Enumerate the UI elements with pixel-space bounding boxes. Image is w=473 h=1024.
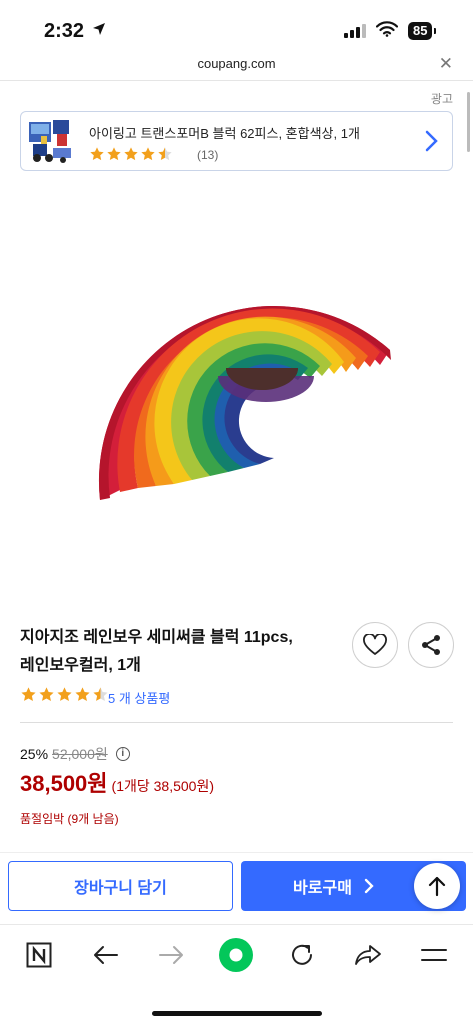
original-price: 52,000원 [52,746,108,762]
star-icon [141,147,155,161]
product-title-line1: 지아지조 레인보우 세미써클 블럭 11pcs, [20,629,293,646]
star-icon [57,687,72,701]
arrow-up-icon [428,876,446,897]
share-icon [422,635,440,655]
url-text: coupang.com [197,56,276,71]
add-to-cart-label: 장바구니 담기 [74,880,167,897]
ad-star-rating [89,146,173,162]
chevron-right-icon [364,878,374,894]
status-time: 2:32 [44,20,85,42]
half-star-icon [93,687,108,701]
back-arrow-icon[interactable] [86,939,126,971]
review-count-link[interactable]: 5 개 상품평 [108,688,170,707]
chevron-right-icon[interactable] [424,130,438,157]
sale-price: 38,500원 [20,771,108,796]
home-indicator[interactable] [152,1011,322,1016]
green-dot-icon[interactable] [216,938,256,972]
discount-row: 25% 52,000원 i [20,744,130,764]
product-title: 지아지조 레인보우 세미써클 블럭 11pcs, 레인보우컬러, 1개 [20,624,340,680]
close-icon[interactable]: ✕ [439,54,453,74]
heart-icon [363,634,387,655]
naver-n-icon[interactable] [19,939,59,971]
product-image[interactable] [80,280,400,500]
star-icon [124,147,138,161]
browser-toolbar [0,924,473,1024]
stock-warning: 품절임박 (9개 남음) [20,812,119,826]
reload-icon[interactable] [282,939,322,971]
star-icon [39,687,54,701]
cellular-signal-icon [344,24,366,38]
unit-price: (1개당 38,500원) [111,778,214,794]
purchase-bar: 장바구니 담기 바로구매 [0,852,473,924]
status-bar: 2:32 85 [0,0,473,56]
wifi-icon [375,21,399,42]
share-button[interactable] [408,622,454,668]
ad-product-thumbnail [27,118,75,164]
half-star-icon [158,147,172,161]
ad-banner[interactable]: 아이링고 트랜스포머B 블럭 62피스, 혼합색상, 1개 (13) [20,111,453,171]
add-to-cart-button[interactable]: 장바구니 담기 [8,861,233,911]
star-icon [90,147,104,161]
price-row: 38,500원 (1개당 38,500원) [20,766,214,798]
product-star-rating [20,686,109,703]
discount-percent: 25% [20,746,49,762]
url-bar[interactable]: coupang.com ✕ [0,54,473,80]
wishlist-button[interactable] [352,622,398,668]
star-icon [107,147,121,161]
buy-now-label: 바로구매 [293,880,352,897]
scroll-to-top-button[interactable] [414,863,460,909]
ad-review-count: (13) [197,148,219,162]
star-icon [75,687,90,701]
scrollbar[interactable] [467,92,470,152]
share-arrow-icon[interactable] [348,939,388,971]
menu-icon[interactable] [414,939,454,971]
product-title-line2: 레인보우컬러, 1개 [20,657,141,674]
info-icon[interactable]: i [115,747,130,761]
ad-label: 광고 [430,92,453,106]
ad-product-title[interactable]: 아이링고 트랜스포머B 블럭 62피스, 혼합색상, 1개 [89,123,360,142]
star-icon [21,687,36,701]
divider [20,722,453,723]
divider [0,80,473,81]
location-arrow-icon [92,22,106,41]
forward-arrow-icon[interactable] [151,939,191,971]
battery-indicator: 85 [408,22,438,40]
